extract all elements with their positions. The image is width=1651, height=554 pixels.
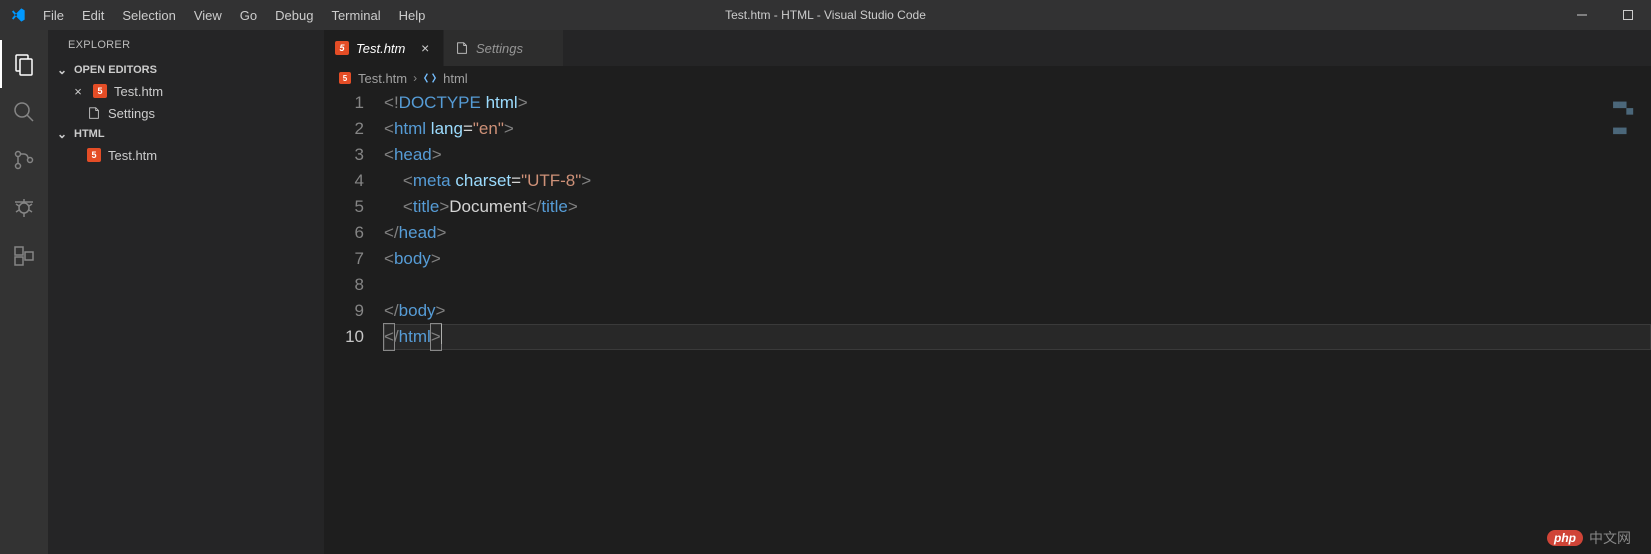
chevron-down-icon: ⌄	[54, 127, 70, 141]
line-number: 3	[324, 142, 364, 168]
menu-bar: File Edit Selection View Go Debug Termin…	[35, 2, 433, 29]
menu-selection[interactable]: Selection	[114, 2, 183, 29]
file-label: Settings	[108, 106, 155, 121]
menu-terminal[interactable]: Terminal	[323, 2, 388, 29]
menu-view[interactable]: View	[186, 2, 230, 29]
code-line[interactable]: <head>	[384, 142, 1651, 168]
line-number: 10	[324, 324, 364, 350]
tab-label: Test.htm	[356, 41, 405, 56]
code-line[interactable]: </head>	[384, 220, 1651, 246]
debug-icon[interactable]	[0, 184, 48, 232]
menu-debug[interactable]: Debug	[267, 2, 321, 29]
close-icon[interactable]: ×	[417, 40, 433, 56]
html-folder-section[interactable]: ⌄ HTML	[48, 124, 324, 144]
line-gutter: 1 2 3 4 5 6 7 8 9 10	[324, 90, 384, 554]
breadcrumb-file[interactable]: Test.htm	[358, 71, 407, 86]
code-line[interactable]: </html>	[384, 324, 1651, 350]
file-label: Test.htm	[114, 84, 163, 99]
extensions-icon[interactable]	[0, 232, 48, 280]
file-test-htm[interactable]: 5 Test.htm	[48, 144, 324, 166]
code-line[interactable]: </body>	[384, 298, 1651, 324]
file-label: Test.htm	[108, 148, 157, 163]
source-control-icon[interactable]	[0, 136, 48, 184]
open-editors-section[interactable]: ⌄ OPEN EDITORS	[48, 60, 324, 80]
open-editor-settings[interactable]: Settings	[48, 102, 324, 124]
line-number: 4	[324, 168, 364, 194]
window-title: Test.htm - HTML - Visual Studio Code	[725, 8, 926, 22]
activity-bar	[0, 30, 48, 554]
tab-settings[interactable]: Settings	[444, 30, 564, 66]
line-number: 5	[324, 194, 364, 220]
code-line[interactable]: <body>	[384, 246, 1651, 272]
chevron-right-icon: ›	[413, 71, 417, 85]
minimap[interactable]: ▀▀▄▀▀	[1613, 96, 1633, 148]
section-label: HTML	[74, 128, 105, 140]
symbol-icon	[423, 71, 437, 85]
watermark-pill: php	[1547, 530, 1583, 546]
line-number: 7	[324, 246, 364, 272]
html-file-icon: 5	[339, 72, 351, 84]
explorer-icon[interactable]	[0, 40, 48, 88]
chevron-down-icon: ⌄	[54, 63, 70, 77]
titlebar: File Edit Selection View Go Debug Termin…	[0, 0, 1651, 30]
menu-help[interactable]: Help	[391, 2, 434, 29]
line-number: 2	[324, 116, 364, 142]
menu-file[interactable]: File	[35, 2, 72, 29]
close-icon[interactable]: ×	[70, 84, 86, 99]
html-file-icon: 5	[335, 41, 349, 55]
sidebar-header: EXPLORER	[48, 30, 324, 60]
search-icon[interactable]	[0, 88, 48, 136]
vscode-logo-icon	[0, 7, 35, 23]
code-line[interactable]: <!DOCTYPE html>	[384, 90, 1651, 116]
tab-label: Settings	[476, 41, 523, 56]
open-editor-test-htm[interactable]: × 5 Test.htm	[48, 80, 324, 102]
file-icon	[86, 105, 102, 121]
watermark: php 中文网	[1547, 528, 1631, 548]
line-number: 9	[324, 298, 364, 324]
code-line[interactable]: <title>Document</title>	[384, 194, 1651, 220]
code-content[interactable]: <!DOCTYPE html> <html lang="en"> <head> …	[384, 90, 1651, 554]
file-icon	[454, 40, 470, 56]
code-editor[interactable]: 1 2 3 4 5 6 7 8 9 10 <!DOCTYPE html> <ht…	[324, 90, 1651, 554]
breadcrumb-symbol[interactable]: html	[443, 71, 468, 86]
html-file-icon: 5	[87, 148, 101, 162]
watermark-text: 中文网	[1589, 528, 1631, 548]
line-number: 1	[324, 90, 364, 116]
code-line[interactable]: <html lang="en">	[384, 116, 1651, 142]
menu-edit[interactable]: Edit	[74, 2, 112, 29]
html-file-icon: 5	[93, 84, 107, 98]
sidebar: EXPLORER ⌄ OPEN EDITORS × 5 Test.htm Set…	[48, 30, 324, 554]
minimize-button[interactable]	[1559, 0, 1605, 30]
code-line[interactable]: <meta charset="UTF-8">	[384, 168, 1651, 194]
code-line[interactable]	[384, 272, 1651, 298]
text-cursor	[441, 324, 442, 344]
section-label: OPEN EDITORS	[74, 64, 157, 76]
line-number: 8	[324, 272, 364, 298]
breadcrumb[interactable]: 5 Test.htm › html	[324, 66, 1651, 90]
maximize-button[interactable]	[1605, 0, 1651, 30]
menu-go[interactable]: Go	[232, 2, 265, 29]
tab-test-htm[interactable]: 5 Test.htm ×	[324, 30, 444, 66]
editor-tabs: 5 Test.htm × Settings	[324, 30, 1651, 66]
line-number: 6	[324, 220, 364, 246]
